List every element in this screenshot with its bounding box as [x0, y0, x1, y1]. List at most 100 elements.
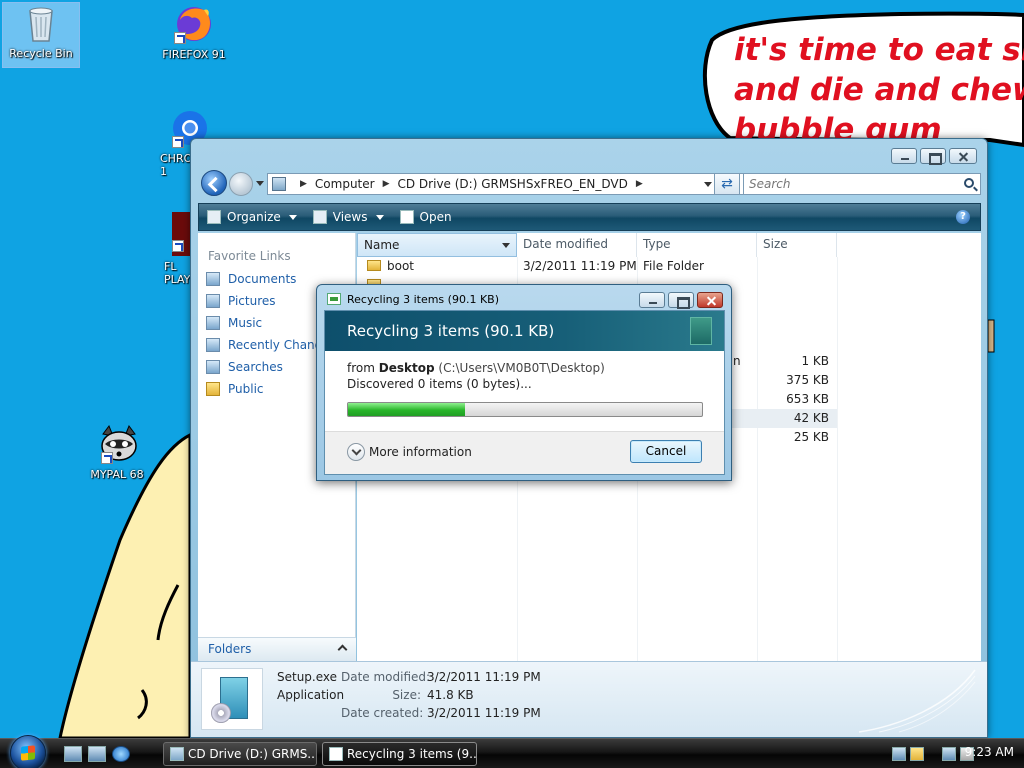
file-size: 25 KB — [793, 430, 829, 444]
open-label: Open — [419, 210, 452, 224]
chevron-right-icon[interactable]: ▶ — [383, 179, 390, 189]
details-file-name: Setup.exe — [277, 670, 338, 684]
source-line: from Desktop (C:\Users\VM0B0T\Desktop) — [347, 361, 605, 375]
maximize-button[interactable] — [920, 148, 946, 165]
close-button[interactable] — [697, 292, 723, 308]
desktop-icon-mypal[interactable]: MYPAL 68 — [78, 424, 156, 481]
shortcut-arrow-icon — [101, 452, 113, 464]
desktop-icon-recycle-bin[interactable]: Recycle Bin — [2, 2, 80, 68]
search-icon[interactable] — [964, 178, 974, 188]
column-header-name[interactable]: Name — [357, 233, 517, 257]
desktop-icon-flash-player[interactable]: FL PLAY — [164, 212, 192, 286]
file-date: 3/2/2011 11:19 PM — [523, 259, 637, 273]
clock[interactable]: 9:23 AM — [965, 745, 1014, 759]
views-label: Views — [332, 210, 368, 224]
column-label: Type — [643, 237, 671, 251]
desktop-icon-firefox[interactable]: FIREFOX 91 — [155, 4, 233, 61]
column-header-type[interactable]: Type — [637, 233, 757, 257]
nav-item-public[interactable]: Public — [206, 380, 264, 398]
forward-button[interactable] — [229, 172, 253, 196]
organize-button[interactable]: Organize — [199, 204, 305, 230]
start-button[interactable] — [10, 735, 46, 768]
folders-toggle[interactable]: Folders — [198, 637, 356, 661]
close-button[interactable] — [949, 148, 977, 164]
recycle-bin-icon — [21, 3, 61, 43]
recycling-progress-icon — [327, 293, 341, 305]
speech-line: and die and chew — [734, 72, 1024, 108]
chevron-down-icon — [347, 443, 365, 461]
dialog-heading-banner: Recycling 3 items (90.1 KB) — [325, 311, 724, 351]
open-button[interactable]: Open — [392, 204, 460, 230]
more-information-label: More information — [369, 445, 472, 459]
shortcut-arrow-icon — [174, 32, 186, 44]
search-input[interactable]: Search — [743, 173, 981, 195]
file-size: 375 KB — [786, 373, 829, 387]
setup-exe-icon — [201, 668, 263, 730]
speech-line: it's time to eat shit — [734, 32, 1024, 68]
source-path: (C:\Users\VM0B0T\Desktop) — [438, 361, 605, 375]
organize-label: Organize — [227, 210, 281, 224]
recycling-progress-icon — [329, 747, 343, 761]
recent-pages-dropdown[interactable] — [256, 181, 264, 186]
details-size-label: Size: — [392, 688, 421, 702]
details-pane: Setup.exe Application Date modified: 3/2… — [191, 661, 987, 737]
file-type: File Folder — [643, 259, 704, 273]
desktop-icon-label: CHRO 1 — [160, 152, 193, 178]
file-size: 1 KB — [801, 354, 829, 368]
internet-explorer-icon[interactable] — [112, 746, 130, 762]
nav-item-label: Music — [228, 316, 263, 330]
display-icon[interactable] — [942, 747, 956, 761]
details-file-type: Application — [277, 688, 345, 702]
views-button[interactable]: Views — [305, 204, 392, 230]
shield-icon[interactable] — [910, 747, 924, 761]
window-controls — [891, 148, 977, 165]
more-information-button[interactable]: More information — [347, 443, 472, 461]
shortcut-arrow-icon — [172, 240, 184, 252]
searches-icon — [206, 360, 220, 374]
speech-bubble-text: it's time to eat shit and die and chew b… — [734, 30, 1024, 150]
decorative-panel — [690, 317, 712, 345]
file-type: n — [733, 354, 741, 368]
refresh-button[interactable]: ⇄ — [714, 173, 740, 195]
command-bar: Organize Views Open ? — [198, 203, 981, 231]
nav-item-music[interactable]: Music — [206, 314, 262, 332]
desktop-icon-chrome[interactable]: CHRO 1 — [160, 108, 207, 178]
dialog-body: Recycling 3 items (90.1 KB) from Desktop… — [324, 310, 725, 475]
column-label: Date modified — [523, 237, 609, 251]
cancel-button[interactable]: Cancel — [630, 440, 702, 463]
back-button[interactable] — [201, 170, 227, 196]
dialog-title: Recycling 3 items (90.1 KB) — [347, 293, 499, 306]
taskbar-item-explorer[interactable]: CD Drive (D:) GRMS... — [163, 742, 317, 766]
show-desktop-icon[interactable] — [64, 746, 82, 762]
help-icon[interactable]: ? — [956, 210, 970, 224]
column-divider — [757, 257, 758, 667]
column-header-size[interactable]: Size — [757, 233, 837, 257]
maximize-button[interactable] — [668, 292, 694, 309]
chevron-down-icon[interactable] — [704, 182, 712, 187]
nav-item-label: Searches — [228, 360, 283, 374]
file-row-boot[interactable]: boot 3/2/2011 11:19 PM File Folder — [357, 257, 837, 276]
file-name-cell: boot — [367, 257, 414, 276]
dialog-heading: Recycling 3 items (90.1 KB) — [347, 322, 555, 340]
decorative-swoosh — [858, 669, 976, 733]
breadcrumb-cd-drive[interactable]: CD Drive (D:) GRMSHSxFREO_EN_DVD — [398, 177, 628, 191]
column-header-date-modified[interactable]: Date modified — [517, 233, 637, 257]
nav-item-searches[interactable]: Searches — [206, 358, 283, 376]
chevron-down-icon[interactable] — [502, 243, 510, 248]
nav-item-documents[interactable]: Documents — [206, 270, 296, 288]
file-size: 42 KB — [793, 411, 829, 425]
nav-item-pictures[interactable]: Pictures — [206, 292, 276, 310]
address-bar[interactable]: ▶ Computer ▶ CD Drive (D:) GRMSHSxFREO_E… — [267, 173, 747, 195]
column-label: Name — [364, 238, 400, 252]
taskbar-item-recycling[interactable]: Recycling 3 items (9... — [322, 742, 477, 766]
firefox-icon — [174, 4, 214, 44]
breadcrumb-computer[interactable]: Computer — [315, 177, 375, 191]
minimize-button[interactable] — [639, 292, 665, 308]
switch-windows-icon[interactable] — [88, 746, 106, 762]
chevron-right-icon[interactable]: ▶ — [636, 179, 643, 189]
cd-drive-icon — [170, 747, 184, 761]
nav-item-label: Documents — [228, 272, 297, 286]
network-icon[interactable] — [892, 747, 906, 761]
chevron-right-icon[interactable]: ▶ — [300, 179, 307, 189]
minimize-button[interactable] — [891, 148, 917, 164]
